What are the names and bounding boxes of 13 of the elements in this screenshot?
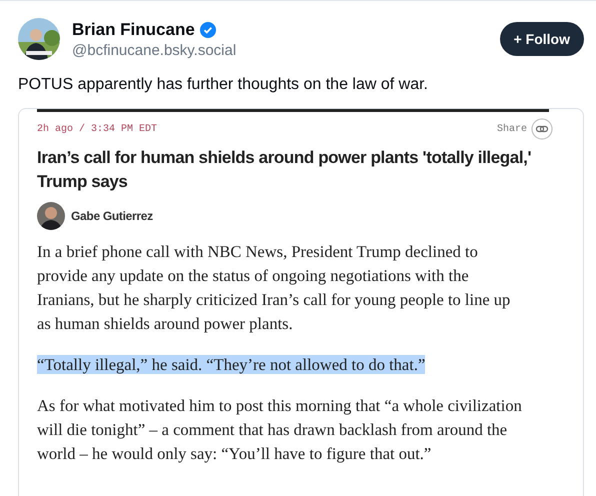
highlighted-text: “Totally illegal,” he said. “They’re not allowed to do that.” [37,355,426,374]
follow-button[interactable]: + Follow [500,22,584,56]
article-headline: Iran’s call for human shields around power plants 'totally illegal,' Trump says [37,147,532,193]
article-paragraph: As for what motivated him to post this morning that “a whole civilization will die tonight” – a comment that has drawn backlash from around the world – he would only say: “You’ll have to figure that out.” [37,395,523,465]
embedded-image[interactable] [18,108,584,496]
post-text: POTUS apparently has further thoughts on the law of war. [18,76,429,94]
article-paragraph: In a brief phone call with NBC News, President Trump declined to provide any update on the status of ongoing negotiations with the Iranians, but he sharply criticized Iran’s call for young people to line up as human shields around power plants. [37,241,512,335]
author-name[interactable]: Brian Finucane [72,20,195,40]
link-icon [531,118,553,140]
author-handle[interactable]: @bcfinucane.bsky.social [72,42,488,58]
share-label: Share [496,124,527,134]
timestamp: 2h ago / 3:34 PM EDT [37,124,158,134]
byline: Gabe Gutierrez [71,209,153,223]
